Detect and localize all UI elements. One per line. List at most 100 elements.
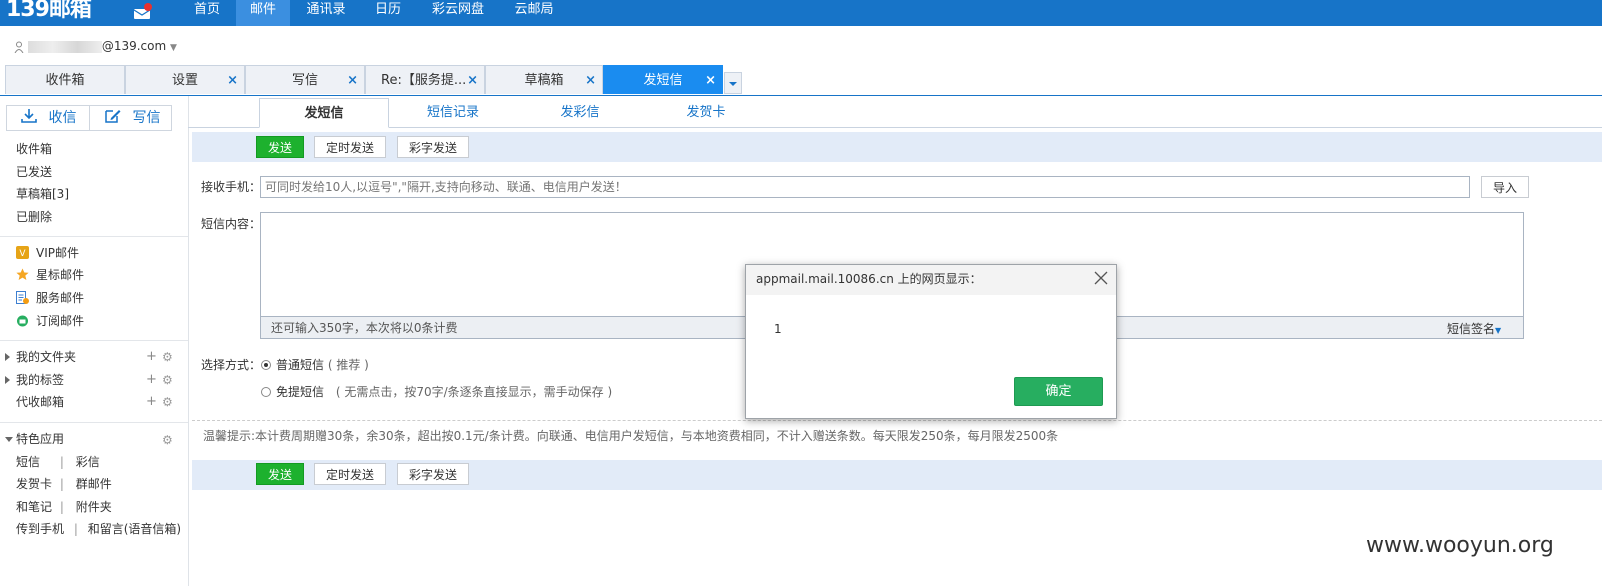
tab-label: 设置 — [171, 73, 198, 88]
app-greeting-card[interactable]: 发贺卡 — [16, 477, 52, 491]
nav-contacts[interactable]: 通讯录 — [294, 0, 358, 26]
app-sms[interactable]: 短信 — [16, 455, 40, 469]
folder-inbox[interactable]: 收件箱 — [16, 139, 52, 159]
tab-inbox[interactable]: 收件箱 — [5, 65, 125, 94]
remaining-count: 还可输入350字，本次将以0条计费 — [271, 321, 458, 335]
nav-calendar[interactable]: 日历 — [362, 0, 414, 26]
divider — [0, 422, 188, 423]
svg-text:V: V — [19, 249, 26, 259]
import-button[interactable]: 导入 — [1481, 176, 1529, 198]
flash-sms-option[interactable]: 免提短信 ( 无需点击，按70字/条逐条直接显示，需手动保存 ) — [276, 384, 612, 400]
expand-icon[interactable] — [5, 353, 10, 361]
radio-normal-sms[interactable] — [261, 360, 271, 370]
close-icon[interactable]: × — [705, 66, 716, 95]
phone-label: 接收手机： — [201, 180, 262, 194]
receive-button[interactable]: 收信 — [20, 105, 76, 131]
app-row: 发贺卡 | 群邮件 — [16, 474, 112, 494]
subtab-send-mms[interactable]: 发彩信 — [517, 98, 643, 128]
app-voicemail[interactable]: 和留言(语音信箱) — [88, 522, 181, 536]
add-icon[interactable]: + — [146, 394, 157, 409]
close-icon[interactable]: × — [585, 66, 596, 95]
phone-input[interactable] — [260, 176, 1470, 198]
close-icon[interactable]: × — [347, 66, 358, 95]
account-email-suffix: @139.com — [101, 39, 167, 53]
app-mms[interactable]: 彩信 — [76, 455, 100, 469]
timed-send-button[interactable]: 定时发送 — [314, 136, 386, 158]
app-attachments[interactable]: 附件夹 — [76, 500, 112, 514]
tab-label: 写信 — [291, 73, 318, 88]
send-button[interactable]: 发送 — [256, 463, 304, 485]
add-icon[interactable]: + — [146, 349, 157, 364]
sidebar-item-vip[interactable]: VIP邮件 — [36, 243, 79, 263]
tab-compose[interactable]: 写信 × — [245, 65, 365, 94]
tab-settings[interactable]: 设置 × — [125, 65, 245, 94]
subtab-send-sms[interactable]: 发短信 — [259, 98, 389, 128]
timed-send-button[interactable]: 定时发送 — [314, 463, 386, 485]
separator: | — [59, 455, 64, 469]
normal-sms-option[interactable]: 普通短信 ( 推荐 ) — [276, 357, 369, 373]
separator: | — [73, 522, 78, 536]
gear-icon[interactable]: ⚙ — [162, 350, 173, 364]
tab-reply[interactable]: Re:【服务提... × — [365, 65, 485, 94]
dialog-title: appmail.mail.10086.cn 上的网页显示： — [756, 272, 982, 286]
watermark: www.wooyun.org — [1366, 533, 1554, 558]
close-icon[interactable] — [1093, 270, 1109, 286]
sidebar-item-proxy-mailbox[interactable]: 代收邮箱 — [16, 392, 64, 412]
nav-mail[interactable]: 邮件 — [236, 0, 290, 26]
signature-dropdown[interactable]: 短信签名▼ — [1447, 321, 1501, 339]
subtab-greeting-card[interactable]: 发贺卡 — [643, 98, 769, 128]
folder-drafts[interactable]: 草稿箱[3] — [16, 184, 69, 204]
divider — [0, 340, 188, 341]
service-mail-icon — [16, 291, 29, 304]
app-to-phone[interactable]: 传到手机 — [16, 522, 64, 536]
tab-more-button[interactable] — [724, 72, 742, 94]
nav-home[interactable]: 首页 — [182, 0, 232, 26]
add-icon[interactable]: + — [146, 372, 157, 387]
gear-icon[interactable]: ⚙ — [162, 433, 173, 447]
gear-icon[interactable]: ⚙ — [162, 395, 173, 409]
vip-icon: V — [16, 246, 29, 259]
compose-label: 写信 — [132, 110, 161, 126]
dialog-ok-button[interactable]: 确定 — [1014, 377, 1103, 406]
tab-send-sms[interactable]: 发短信 × — [603, 65, 723, 94]
sidebar-item-my-tags[interactable]: 我的标签 — [16, 370, 64, 390]
separator: | — [59, 500, 64, 514]
option-note: ( 无需点击，按70字/条逐条直接显示，需手动保存 ) — [335, 385, 613, 399]
send-button[interactable]: 发送 — [256, 136, 304, 158]
tip-text: 温馨提示:本计费周期赠30条，余30条，超出按0.1元/条计费。向联通、电信用户… — [203, 429, 1059, 443]
tab-drafts[interactable]: 草稿箱 × — [485, 65, 603, 94]
brand-logo[interactable]: 139邮箱 — [6, 0, 92, 23]
sidebar-item-my-folders[interactable]: 我的文件夹 — [16, 347, 76, 367]
option-label: 免提短信 — [276, 385, 325, 399]
folder-sent[interactable]: 已发送 — [16, 162, 52, 182]
subtab-sms-history[interactable]: 短信记录 — [389, 98, 517, 128]
sidebar-item-starred[interactable]: 星标邮件 — [36, 265, 84, 285]
art-send-button[interactable]: 彩字发送 — [397, 136, 469, 158]
nav-cloud-post[interactable]: 云邮局 — [502, 0, 566, 26]
dialog-message: 1 — [774, 322, 782, 336]
content-label: 短信内容： — [201, 217, 262, 231]
compose-button[interactable]: 写信 — [104, 105, 160, 131]
close-icon[interactable]: × — [227, 66, 238, 95]
collapse-icon[interactable] — [5, 437, 13, 442]
sidebar-item-service[interactable]: 服务邮件 — [36, 288, 84, 308]
app-notes[interactable]: 和笔记 — [16, 500, 52, 514]
app-row: 传到手机 | 和留言(语音信箱) — [16, 519, 181, 539]
mail-notify-icon[interactable] — [132, 2, 154, 22]
masked-username — [27, 40, 102, 53]
option-label: 普通短信 — [276, 358, 325, 372]
radio-flash-sms[interactable] — [261, 387, 271, 397]
user-icon — [14, 41, 24, 53]
account-switcher[interactable]: @139.com ▼ — [14, 38, 177, 54]
gear-icon[interactable]: ⚙ — [162, 373, 173, 387]
app-row: 和笔记 | 附件夹 — [16, 497, 112, 517]
sidebar-item-subscribe[interactable]: 订阅邮件 — [36, 311, 84, 331]
expand-icon[interactable] — [5, 376, 10, 384]
folder-deleted[interactable]: 已删除 — [16, 207, 52, 227]
divider — [89, 105, 90, 131]
nav-cloud-drive[interactable]: 彩云网盘 — [418, 0, 498, 26]
app-group-mail[interactable]: 群邮件 — [76, 477, 112, 491]
art-send-button[interactable]: 彩字发送 — [397, 463, 469, 485]
close-icon[interactable]: × — [467, 66, 478, 95]
tab-label: 收件箱 — [45, 73, 85, 88]
